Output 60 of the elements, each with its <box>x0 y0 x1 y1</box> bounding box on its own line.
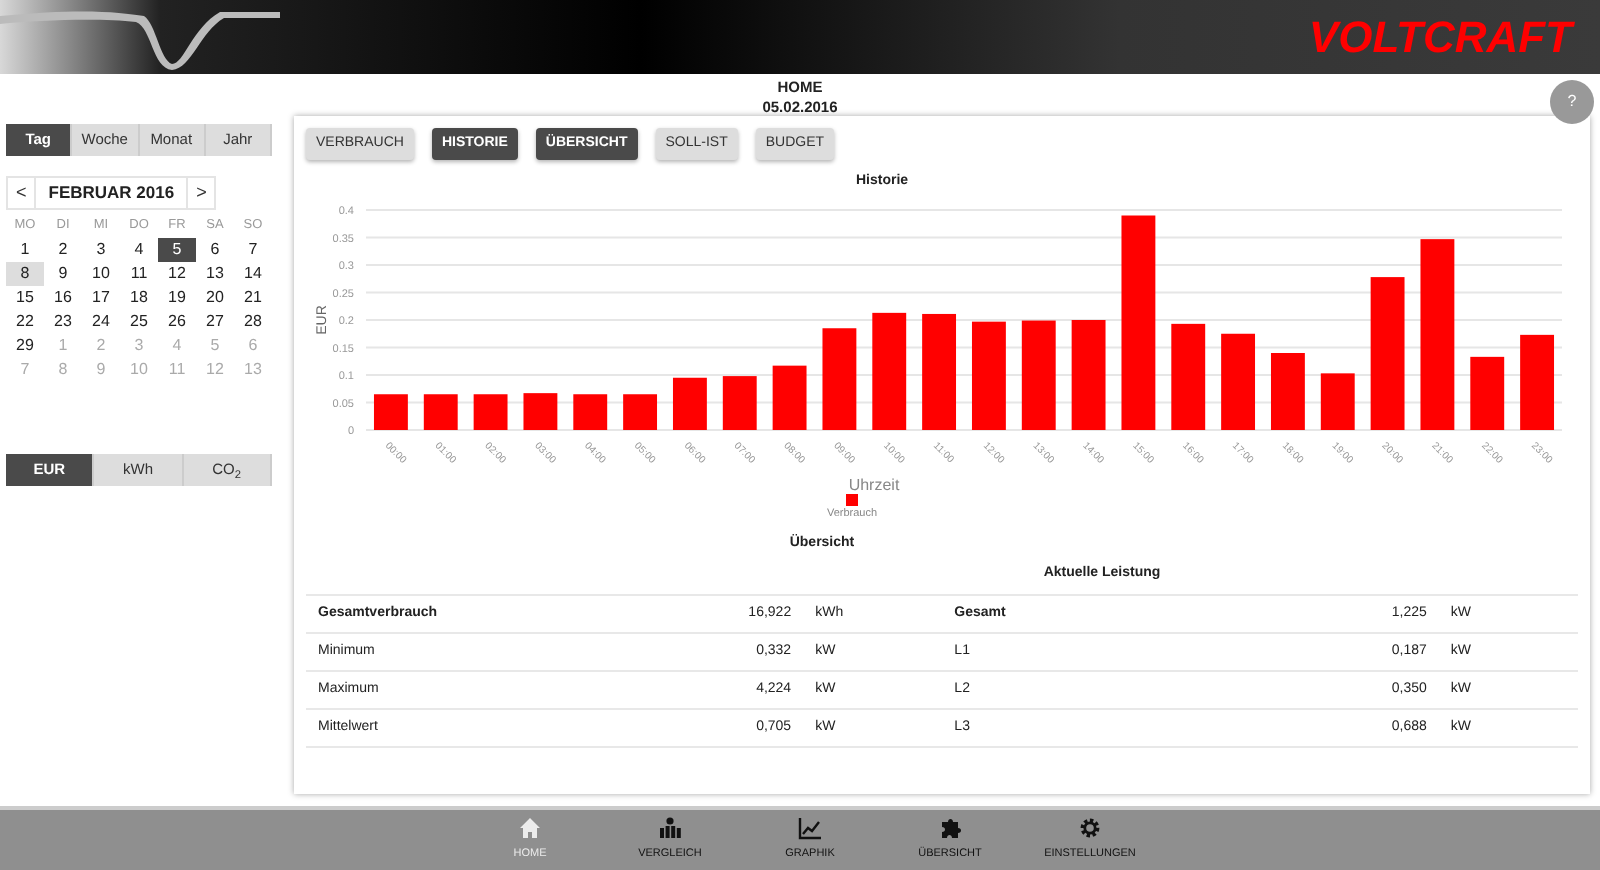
previous-month-button[interactable]: < <box>6 176 37 210</box>
calendar-day[interactable]: 3 <box>82 238 120 262</box>
line-chart-icon <box>798 816 822 841</box>
next-month-button[interactable]: > <box>186 176 217 210</box>
bar <box>573 393 608 429</box>
calendar-day[interactable]: 2 <box>44 238 82 262</box>
calendar-day[interactable]: 12 <box>158 262 196 286</box>
calendar-day[interactable]: 16 <box>44 286 82 310</box>
calendar-day[interactable]: 13 <box>196 262 234 286</box>
bar <box>373 393 408 429</box>
bar <box>722 375 757 429</box>
bar <box>772 364 807 429</box>
bar <box>1021 319 1056 429</box>
brand-logo: VOLTCRAFT <box>1308 15 1572 59</box>
x-axis-label: Uhrzeit <box>848 475 900 493</box>
calendar-day[interactable]: 21 <box>234 286 272 310</box>
calendar-day[interactable]: 6 <box>196 238 234 262</box>
bar <box>971 320 1006 429</box>
calendar-day[interactable]: 4 <box>120 238 158 262</box>
calendar-day[interactable]: 29 <box>6 334 44 358</box>
calendar-day[interactable]: 25 <box>120 310 158 334</box>
bar <box>1470 355 1505 429</box>
bar <box>523 392 558 429</box>
calendar-day[interactable]: 10 <box>82 262 120 286</box>
calendar-day[interactable]: 23 <box>44 310 82 334</box>
bar-chart-icon <box>658 816 682 841</box>
calendar-day[interactable]: 28 <box>234 310 272 334</box>
calendar-day[interactable]: 20 <box>196 286 234 310</box>
bar <box>822 327 857 429</box>
bar <box>473 393 508 429</box>
calendar-day[interactable]: 8 <box>6 262 44 286</box>
calendar-day[interactable]: 14 <box>234 262 272 286</box>
calendar-day[interactable]: 26 <box>158 310 196 334</box>
bar <box>423 393 458 429</box>
bar <box>1520 333 1555 429</box>
calendar-day[interactable]: 9 <box>44 262 82 286</box>
month-title: FEBRUAR 2016 <box>36 176 187 210</box>
bar <box>872 311 907 429</box>
home-icon <box>518 816 542 841</box>
bar <box>623 393 658 429</box>
calendar-day[interactable]: 22 <box>6 310 44 334</box>
calendar-day[interactable]: 24 <box>82 310 120 334</box>
bar <box>672 376 707 429</box>
calendar-day[interactable]: 27 <box>196 310 234 334</box>
calendar-day[interactable]: 5 <box>158 238 196 262</box>
calendar-day[interactable]: 1 <box>6 238 44 262</box>
calendar-day[interactable]: 15 <box>6 286 44 310</box>
calendar-day[interactable]: 18 <box>120 286 158 310</box>
settings-icon <box>1078 816 1102 841</box>
calendar-day[interactable]: 17 <box>82 286 120 310</box>
bar <box>1270 352 1305 429</box>
calendar-day[interactable]: 11 <box>120 262 158 286</box>
calendar-day[interactable]: 7 <box>234 238 272 262</box>
calendar-day[interactable]: 19 <box>158 286 196 310</box>
puzzle-icon <box>938 816 962 841</box>
bar <box>922 312 957 429</box>
bar <box>1221 332 1256 429</box>
bar <box>1071 319 1106 429</box>
bar <box>1171 322 1206 429</box>
bar <box>1320 372 1355 429</box>
